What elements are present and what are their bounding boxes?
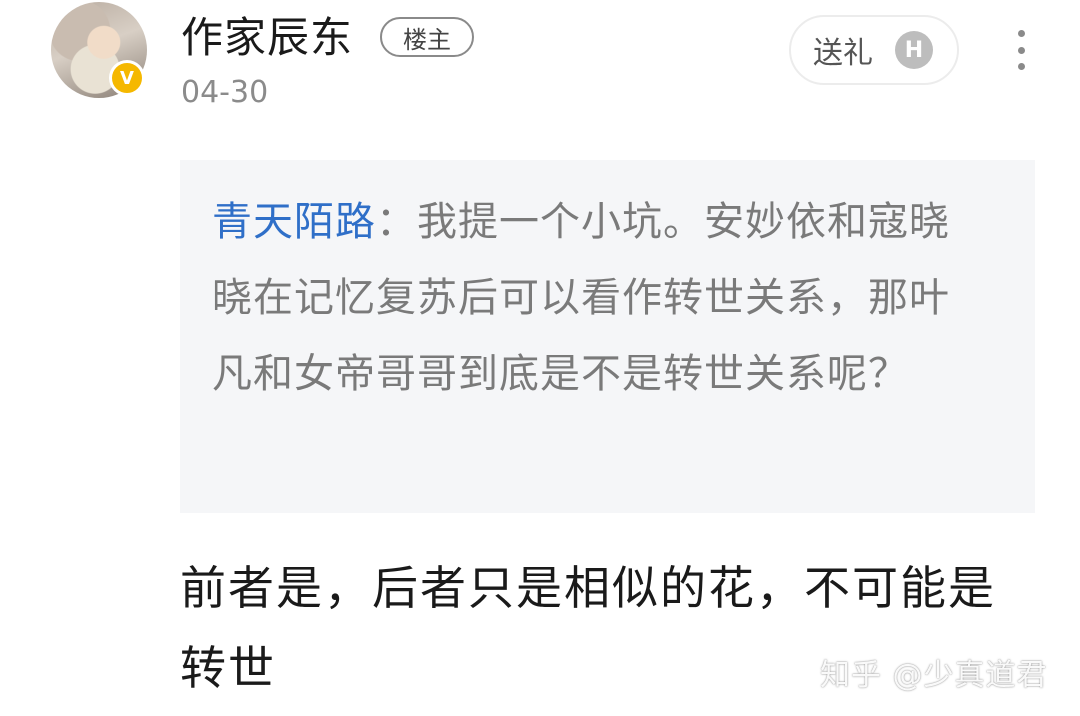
author-name[interactable]: 作家辰东 [181, 10, 353, 66]
post-date: 04-30 [181, 75, 269, 110]
more-vertical-icon[interactable] [1006, 30, 1036, 70]
quoted-comment[interactable]: 青天陌路：我提一个小坑。安妙依和寇晓晓在记忆复苏后可以看作转世关系，那叶凡和女帝… [180, 160, 1035, 513]
quoted-author-link[interactable]: 青天陌路 [212, 199, 376, 245]
quote-separator: ： [376, 199, 417, 245]
avatar-container[interactable]: V [51, 2, 147, 98]
more-dot [1017, 30, 1025, 37]
more-dot [1017, 63, 1025, 70]
more-dot [1017, 46, 1025, 54]
watermark: 知乎 @少真道君 [820, 658, 1048, 693]
quoted-comment-body: 青天陌路：我提一个小坑。安妙依和寇晓晓在记忆复苏后可以看作转世关系，那叶凡和女帝… [212, 184, 982, 412]
gift-button[interactable]: 送礼 H [789, 15, 959, 85]
coin-icon: H [895, 31, 933, 69]
gift-label: 送礼 [813, 36, 873, 71]
op-tag: 楼主 [380, 17, 474, 57]
comment-page: V 作家辰东 楼主 04-30 送礼 H 青天陌路：我提一个小坑。安妙依和寇晓晓… [0, 0, 1080, 716]
verified-badge-icon: V [109, 60, 145, 96]
